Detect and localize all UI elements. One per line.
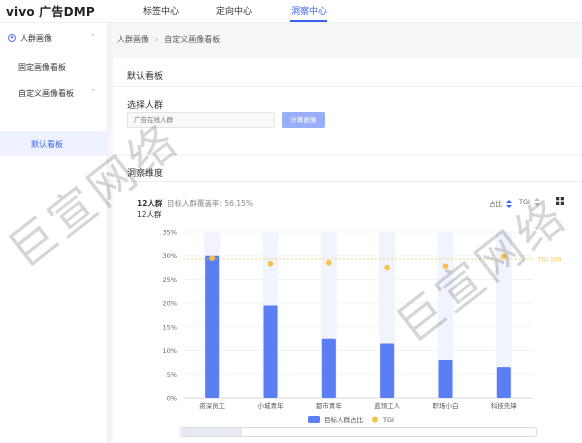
x-tick-label: 小城青年	[258, 401, 285, 410]
sidebar-group-crowd-portrait[interactable]: 人群画像	[20, 33, 52, 44]
sort-ratio-label: 占比	[489, 200, 502, 208]
breadcrumb-custom-board: 自定义画像看板	[164, 35, 221, 44]
chevron-up-icon[interactable]: ⌃	[90, 88, 96, 96]
x-tick-label: 资深员工	[199, 401, 226, 410]
legend-label: 目标人群占比	[324, 415, 364, 424]
bar	[263, 305, 278, 398]
default-board-title: 默认看板	[127, 72, 164, 82]
y-tick-label: 25%	[163, 276, 177, 284]
tab-targeting-center[interactable]: 定向中心	[216, 4, 252, 17]
bar	[205, 255, 220, 398]
y-tick-label: 10%	[163, 347, 177, 355]
crowd-portrait-icon	[8, 34, 16, 42]
app-logo: vivo 广告DMP	[6, 5, 95, 19]
x-tick-label: 职场小白	[433, 401, 459, 410]
crowd-count-sub: 12人群	[137, 210, 162, 219]
sidebar-item-fixed-board[interactable]: 固定画像看板	[18, 62, 66, 73]
y-tick-label: 30%	[163, 252, 177, 260]
sidebar-item-custom-board[interactable]: 自定义画像看板	[18, 88, 74, 99]
bar	[380, 343, 395, 398]
tgi-point	[209, 255, 215, 261]
breadcrumb: 人群画像 › 自定义画像看板	[117, 34, 220, 45]
x-tick-label: 都市青年	[316, 401, 343, 410]
chevron-up-icon[interactable]: ⌃	[90, 33, 96, 41]
y-tick-label: 5%	[167, 371, 177, 379]
y-tick-label: 15%	[163, 323, 177, 331]
y-tick-label: 0%	[167, 395, 177, 403]
tgi-point	[384, 264, 390, 271]
y-tick-label: 20%	[163, 300, 177, 308]
calculate-portrait-button[interactable]: 计算画像	[282, 112, 325, 128]
y-tick-label: 35%	[163, 229, 177, 237]
default-board-card: 默认看板 选择人群 计算画像	[113, 58, 582, 154]
bar	[438, 360, 453, 398]
divider	[113, 86, 582, 87]
bar	[321, 338, 336, 398]
top-nav-bar: vivo 广告DMP 标签中心 定向中心 洞察中心	[0, 0, 582, 23]
legend-swatch-bar	[308, 416, 320, 423]
coverage-rate-text: 目标人群覆盖率: 56.15%	[167, 199, 254, 208]
legend-swatch-tgi	[372, 416, 378, 423]
legend-label: TGI	[382, 416, 394, 424]
x-tick-label: 蓝领工人	[374, 401, 401, 410]
tab-tag-center[interactable]: 标签中心	[143, 4, 179, 17]
breadcrumb-separator-icon: ›	[155, 35, 159, 44]
x-tick-label: 科技先锋	[491, 401, 518, 410]
bar	[496, 367, 511, 398]
tgi-point	[267, 260, 274, 267]
active-tab-indicator	[290, 20, 327, 22]
tgi-point	[326, 260, 332, 266]
crowd-count: 12人群	[137, 199, 163, 208]
divider	[113, 181, 582, 182]
chart-scrollbar-thumb[interactable]	[182, 428, 242, 436]
tab-insight-center[interactable]: 洞察中心	[291, 4, 327, 17]
sidebar-item-default-board-label: 默认看板	[31, 140, 63, 149]
breadcrumb-crowd-portrait[interactable]: 人群画像	[117, 35, 149, 44]
